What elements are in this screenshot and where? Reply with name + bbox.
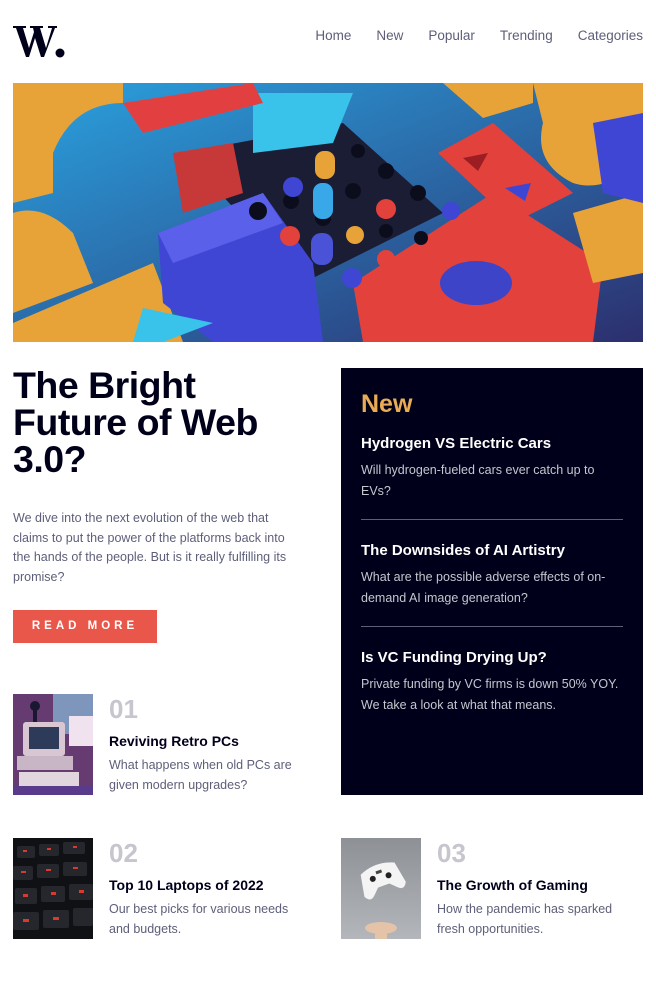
article-card-3: 03 The Growth of Gaming How the pandemic… [341,838,643,940]
w-logo-icon [13,26,65,58]
main-nav: Home New Popular Trending Categories [290,27,643,45]
new-item-desc: Will hydrogen-fueled cars ever catch up … [361,463,595,498]
hero-image [13,83,643,342]
new-item-desc: What are the possible adverse effects of… [361,570,606,605]
card-number: 02 [109,838,138,868]
card-title[interactable]: The Growth of Gaming [437,876,588,894]
new-item-title[interactable]: The Downsides of AI Artistry [361,542,623,560]
site-logo[interactable] [13,24,65,58]
card-desc: What happens when old PCs are given mode… [109,758,292,792]
nav-categories[interactable]: Categories [578,27,643,45]
card-number: 03 [437,838,466,868]
read-more-button[interactable]: READ MORE [13,610,157,643]
article-card-1: 01 Reviving Retro PCs What happens when … [13,694,315,796]
nav-trending[interactable]: Trending [500,27,553,45]
laptop-keyboard-thumbnail [13,838,93,939]
nav-popular[interactable]: Popular [428,27,475,45]
new-heading: New [361,390,413,418]
gaming-controller-thumbnail [341,838,421,939]
article-card-2: 02 Top 10 Laptops of 2022 Our best picks… [13,838,315,940]
new-item-desc: Private funding by VC firms is down 50% … [361,677,619,712]
page-title: The Bright Future of Web 3.0? [13,364,258,480]
card-desc: How the pandemic has sparked fresh oppor… [437,902,613,936]
card-title[interactable]: Top 10 Laptops of 2022 [109,876,264,894]
new-item: Is VC Funding Drying Up? Private funding… [361,649,623,733]
lead-paragraph: We dive into the next evolution of the w… [13,511,287,584]
retro-pc-thumbnail [13,694,93,795]
card-title[interactable]: Reviving Retro PCs [109,732,239,750]
card-number: 01 [109,694,138,724]
new-item-title[interactable]: Is VC Funding Drying Up? [361,649,623,667]
nav-new[interactable]: New [376,27,403,45]
new-item-title[interactable]: Hydrogen VS Electric Cars [361,435,623,453]
new-panel: New Hydrogen VS Electric Cars Will hydro… [341,368,643,795]
card-desc: Our best picks for various needs and bud… [109,902,289,936]
new-item: Hydrogen VS Electric Cars Will hydrogen-… [361,435,623,520]
nav-home[interactable]: Home [315,27,351,45]
new-item: The Downsides of AI Artistry What are th… [361,542,623,627]
